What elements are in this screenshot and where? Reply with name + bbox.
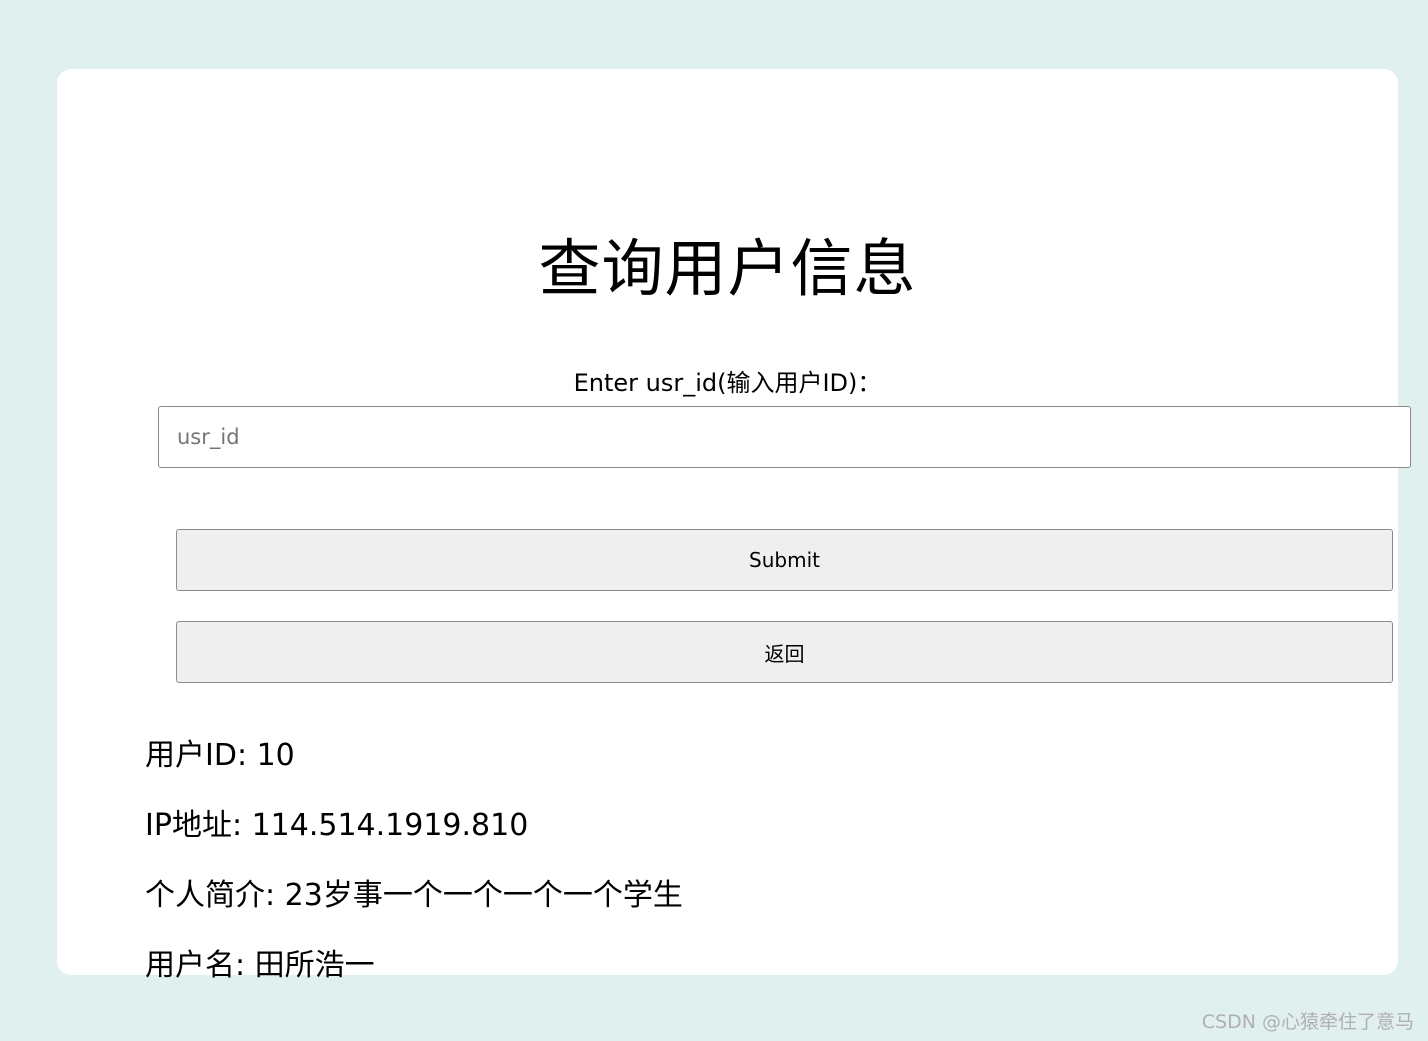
- submit-button[interactable]: Submit: [176, 529, 1393, 591]
- query-card: 查询用户信息 Enter usr_id(输入用户ID)： Submit 返回 用…: [57, 69, 1411, 983]
- user-id-result: 用户ID: 10: [145, 738, 295, 773]
- ip-address-result: IP地址: 114.514.1919.810: [145, 808, 529, 843]
- page-title: 查询用户信息: [538, 232, 917, 305]
- back-button[interactable]: 返回: [176, 621, 1393, 683]
- usr-id-label: Enter usr_id(输入用户ID)：: [573, 369, 882, 397]
- username-result: 用户名: 田所浩一: [145, 948, 375, 983]
- usr-id-input[interactable]: [158, 406, 1411, 468]
- csdn-watermark: CSDN @心猿牵住了意马: [1201, 1011, 1414, 1033]
- bio-result: 个人简介: 23岁事一个一个一个一个学生: [145, 878, 683, 913]
